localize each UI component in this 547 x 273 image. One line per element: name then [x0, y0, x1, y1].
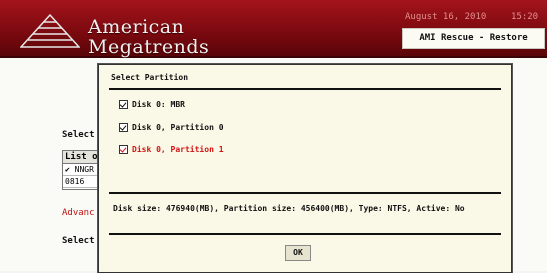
checkbox-icon[interactable] [119, 145, 128, 154]
partition-item-mbr[interactable]: Disk 0: MBR [119, 100, 185, 109]
partition-label: Disk 0, Partition 0 [132, 123, 224, 132]
checkbox-icon[interactable] [119, 100, 128, 109]
app-title: AMI Rescue - Restore [402, 28, 545, 49]
divider [109, 88, 501, 90]
brand-line2: Megatrends [88, 36, 210, 58]
select-partition-dialog: Select Partition Disk 0: MBR Disk 0, Par… [98, 64, 512, 273]
brand-line1: American [88, 16, 185, 38]
header-date: August 16, 2010 [405, 12, 487, 22]
table-row[interactable]: ✔ NNGR [63, 164, 103, 176]
bg-select-label-2: Select [62, 236, 95, 246]
partition-info: Disk size: 476940(MB), Partition size: 4… [113, 204, 465, 213]
partition-label: Disk 0, Partition 1 [132, 145, 224, 154]
ami-logo: American Megatrends [6, 6, 209, 57]
checkbox-icon[interactable] [119, 123, 128, 132]
partition-item-1[interactable]: Disk 0, Partition 1 [119, 145, 224, 154]
app-header: American Megatrends August 16, 2010 15:2… [0, 0, 547, 58]
divider [109, 192, 501, 194]
header-time: 15:20 [511, 12, 539, 22]
partition-item-0[interactable]: Disk 0, Partition 0 [119, 123, 224, 132]
partition-label: Disk 0: MBR [132, 100, 185, 109]
bg-list-header: List of [63, 151, 103, 164]
dialog-title: Select Partition [111, 73, 189, 82]
bg-advanced-link[interactable]: Advanc [62, 208, 95, 218]
divider [109, 233, 501, 235]
table-row[interactable]: 0816 [63, 176, 103, 188]
ami-triangle-logo-icon [20, 14, 80, 48]
ok-button[interactable]: OK [285, 245, 311, 261]
